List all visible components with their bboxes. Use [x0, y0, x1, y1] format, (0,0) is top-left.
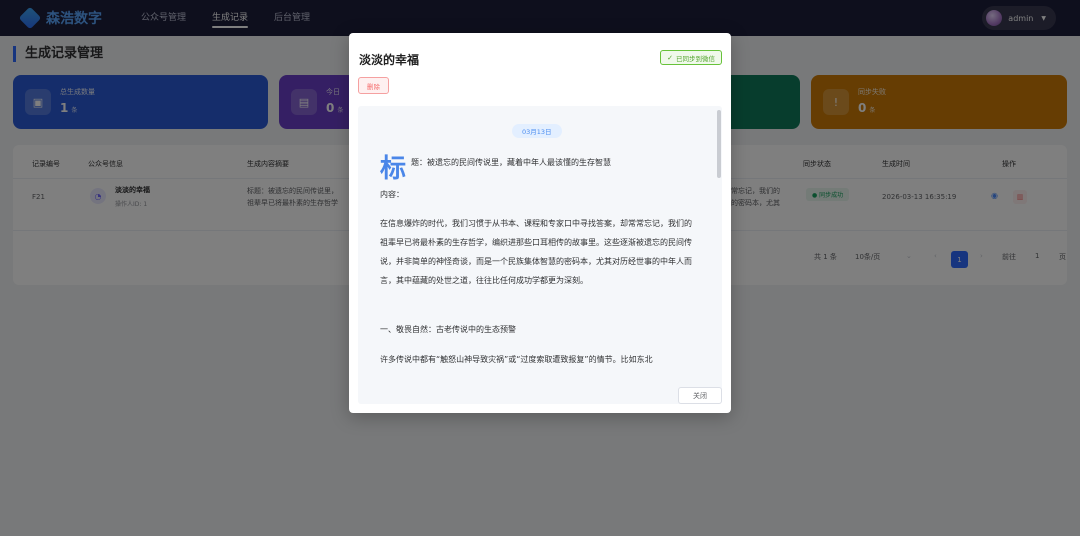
scrollbar[interactable] — [717, 110, 721, 178]
content-label: 内容： — [380, 190, 404, 199]
article-paragraph: 许多传说中都有“触怒山神导致灾祸”或“过度索取遭致报复”的情节。比如东北 — [380, 355, 653, 364]
title-drop-cap: 标 — [380, 154, 407, 184]
dialog-title: 淡淡的幸福 — [359, 53, 420, 67]
check-icon: ✓ — [667, 53, 673, 62]
delete-button[interactable]: 删除 — [358, 77, 389, 94]
date-badge: 03月13日 — [512, 124, 562, 138]
close-button[interactable]: 关闭 — [678, 387, 722, 404]
article-preview[interactable]: 03月13日 标 题：被遗忘的民间传说里，藏着中年人最该懂的生存智慧 内容： 在… — [358, 106, 722, 404]
article-paragraph: 在信息爆炸的时代，我们习惯于从书本、课程和专家口中寻找答案，却常常忘记，我们的祖… — [380, 219, 692, 285]
article-title: 题：被遗忘的民间传说里，藏着中年人最该懂的生存智慧 — [411, 158, 611, 167]
article-heading: 一、敬畏自然：古老传说中的生态预警 — [380, 325, 516, 334]
record-detail-dialog: 淡淡的幸福 ✓ 已同步到微信 删除 03月13日 标 题：被遗忘的民间传说里，藏… — [349, 33, 731, 413]
synced-badge: ✓ 已同步到微信 — [660, 50, 722, 65]
synced-text: 已同步到微信 — [676, 54, 715, 63]
